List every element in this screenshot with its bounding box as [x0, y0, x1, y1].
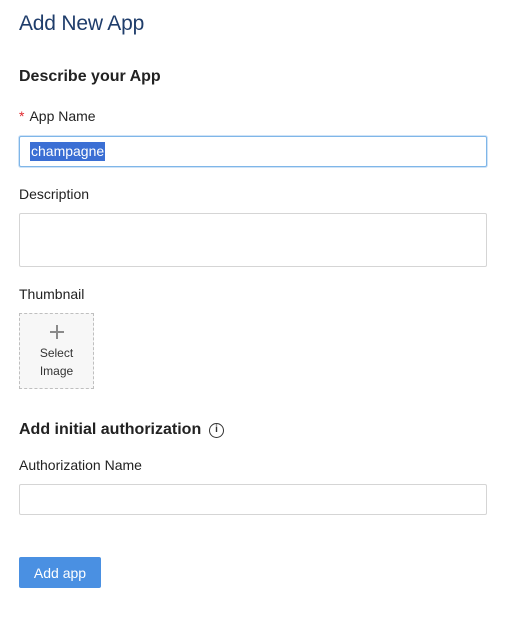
- authorization-name-input[interactable]: [19, 484, 487, 515]
- app-name-selected-text: champagne: [30, 142, 106, 161]
- select-image-button[interactable]: Select Image: [19, 313, 94, 389]
- required-marker: *: [19, 108, 25, 124]
- authorization-name-label: Authorization Name: [19, 457, 142, 473]
- info-icon-glyph: i: [215, 424, 218, 435]
- description-textarea[interactable]: [19, 213, 487, 267]
- thumbnail-label: Thumbnail: [19, 286, 85, 302]
- plus-icon: [50, 325, 64, 339]
- describe-section-title: Describe your App: [19, 68, 161, 85]
- info-icon[interactable]: i: [209, 423, 224, 438]
- select-image-label-line1: Select: [39, 346, 74, 360]
- app-name-label: * App Name: [19, 108, 96, 124]
- authorization-section-title: Add initial authorization: [19, 421, 202, 438]
- page-title: Add New App: [19, 12, 145, 35]
- app-name-label-text: App Name: [29, 108, 96, 124]
- description-label: Description: [19, 186, 90, 202]
- add-app-button[interactable]: Add app: [19, 557, 101, 588]
- select-image-label-line2: Image: [39, 364, 74, 378]
